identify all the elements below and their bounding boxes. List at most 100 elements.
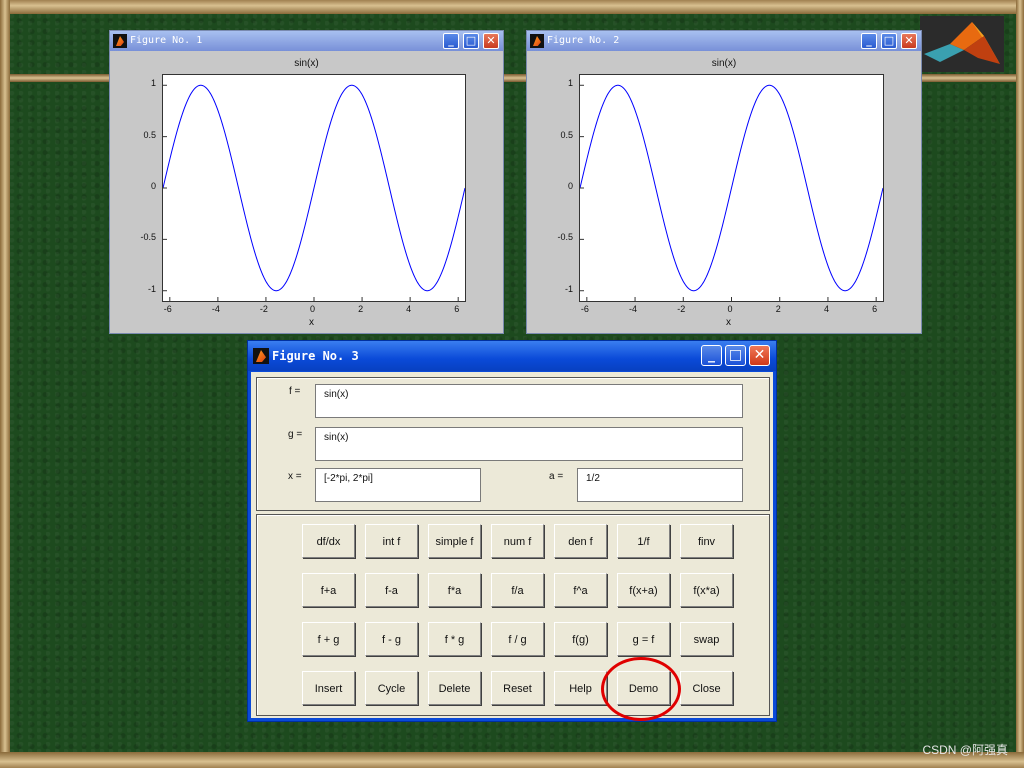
op-button-f-g[interactable]: f(g) — [554, 622, 607, 656]
op-button-f-a[interactable]: f-a — [365, 573, 418, 607]
watermark: CSDN @阿强真 — [922, 743, 1008, 757]
op-button-f-x-a[interactable]: f(x*a) — [680, 573, 733, 607]
plot-axes — [162, 74, 466, 302]
maximize-button[interactable]: □ — [725, 345, 746, 366]
demo-highlight-circle — [601, 657, 681, 721]
f-label: f = — [289, 386, 301, 397]
op-button-insert[interactable]: Insert — [302, 671, 355, 705]
op-button-int-f[interactable]: int f — [365, 524, 418, 558]
operations-panel: df/dx int f simple f num f den f 1/f finv f+a f-… — [256, 514, 770, 716]
op-button-1-f[interactable]: 1/f — [617, 524, 670, 558]
matlab-window-icon — [253, 348, 269, 364]
sine-curve-plot — [579, 84, 884, 301]
op-button-df-dx[interactable]: df/dx — [302, 524, 355, 558]
op-button-f-g[interactable]: f - g — [365, 622, 418, 656]
op-button-finv[interactable]: finv — [680, 524, 733, 558]
figure-2-window[interactable]: Figure No. 2 _ □ ✕ sin(x) x 1 0.5 0 -0.5 -1-… — [526, 30, 922, 334]
figure-3-titlebar[interactable]: Figure No. 3 _ □ ✕ — [248, 341, 776, 371]
close-window-button[interactable]: ✕ — [901, 33, 917, 49]
maximize-button[interactable]: □ — [463, 33, 479, 49]
frame-bottom — [0, 752, 1024, 768]
close-window-button[interactable]: ✕ — [483, 33, 499, 49]
op-button-f-g[interactable]: f / g — [491, 622, 544, 656]
figure-3-title: Figure No. 3 — [272, 349, 359, 363]
op-button-f-a[interactable]: f^a — [554, 573, 607, 607]
minimize-button[interactable]: _ — [443, 33, 459, 49]
g-label: g = — [288, 429, 303, 440]
x-range-input[interactable]: [-2*pi, 2*pi] — [315, 468, 481, 502]
figure-1-title: Figure No. 1 — [130, 35, 203, 46]
y-tick-label: 0 — [150, 181, 156, 191]
x-tick-label: 0 — [727, 304, 733, 314]
matlab-logo-icon — [920, 16, 1004, 72]
matlab-window-icon — [113, 34, 127, 48]
op-button-den-f[interactable]: den f — [554, 524, 607, 558]
op-button-delete[interactable]: Delete — [428, 671, 481, 705]
funtool-body: f = sin(x) g = sin(x) x = [-2*pi, 2*pi] … — [251, 372, 773, 718]
op-button-swap[interactable]: swap — [680, 622, 733, 656]
a-label: a = — [549, 471, 564, 482]
x-tick-label: 2 — [775, 304, 781, 314]
x-tick-label: 0 — [310, 304, 316, 314]
maximize-button[interactable]: □ — [881, 33, 897, 49]
x-tick-label: -2 — [259, 304, 268, 314]
frame-right — [1016, 0, 1024, 768]
frame-top — [0, 0, 1024, 14]
x-tick-label: -4 — [629, 304, 638, 314]
sine-series-line — [579, 84, 884, 292]
figure-2-titlebar[interactable]: Figure No. 2 _ □ ✕ — [527, 31, 921, 51]
x-axis-label: x — [309, 317, 314, 328]
x-tick-label: -4 — [211, 304, 220, 314]
y-tick-label: 0.5 — [143, 129, 156, 140]
y-tick-label: -0.5 — [140, 232, 156, 243]
plot-title: sin(x) — [294, 58, 319, 69]
matlab-window-icon — [530, 34, 544, 48]
op-button-f-a[interactable]: f+a — [302, 573, 355, 607]
x-tick-label: 2 — [358, 304, 364, 314]
y-tick-label: 0 — [567, 181, 573, 191]
op-button-f-a[interactable]: f*a — [428, 573, 481, 607]
g-input[interactable]: sin(x) — [315, 427, 743, 461]
op-button-f-a[interactable]: f/a — [491, 573, 544, 607]
x-tick-label: -2 — [677, 304, 686, 314]
op-button-help[interactable]: Help — [554, 671, 607, 705]
x-label: x = — [288, 471, 302, 482]
op-button-g-f[interactable]: g = f — [617, 622, 670, 656]
x-tick-label: -6 — [163, 304, 172, 314]
x-tick-label: 6 — [454, 304, 460, 314]
y-tick-label: -0.5 — [557, 232, 573, 243]
figure-2-title: Figure No. 2 — [547, 35, 620, 46]
y-tick-label: 1 — [150, 78, 156, 89]
plot-axes — [579, 74, 884, 302]
y-tick-label: -1 — [564, 283, 573, 294]
op-button-f-x-a[interactable]: f(x+a) — [617, 573, 670, 607]
minimize-button[interactable]: _ — [861, 33, 877, 49]
sine-curve-plot — [162, 84, 466, 301]
f-input[interactable]: sin(x) — [315, 384, 743, 418]
x-tick-label: -6 — [580, 304, 589, 314]
input-panel: f = sin(x) g = sin(x) x = [-2*pi, 2*pi] … — [256, 377, 770, 511]
op-button-reset[interactable]: Reset — [491, 671, 544, 705]
y-tick-label: -1 — [147, 283, 156, 294]
figure-1-titlebar[interactable]: Figure No. 1 _ □ ✕ — [110, 31, 503, 51]
x-tick-label: 6 — [872, 304, 878, 314]
op-button-simple-f[interactable]: simple f — [428, 524, 481, 558]
x-tick-label: 4 — [406, 304, 412, 314]
y-tick-label: 1 — [567, 78, 573, 89]
x-axis-label: x — [726, 317, 731, 328]
op-button-close[interactable]: Close — [680, 671, 733, 705]
op-button-f-g[interactable]: f * g — [428, 622, 481, 656]
op-button-num-f[interactable]: num f — [491, 524, 544, 558]
figure-1-window[interactable]: Figure No. 1 _ □ ✕ sin(x) x 1 0.5 0 -0.5 -1-… — [109, 30, 504, 334]
a-input[interactable]: 1/2 — [577, 468, 743, 502]
close-window-button[interactable]: ✕ — [749, 345, 770, 366]
op-button-cycle[interactable]: Cycle — [365, 671, 418, 705]
plot-title: sin(x) — [711, 58, 737, 69]
sine-series-line — [162, 84, 466, 292]
minimize-button[interactable]: _ — [701, 345, 722, 366]
figure-3-window[interactable]: Figure No. 3 _ □ ✕ f = sin(x) g = sin(x)… — [247, 340, 777, 722]
op-button-f-g[interactable]: f + g — [302, 622, 355, 656]
y-tick-label: 0.5 — [560, 129, 573, 140]
x-tick-label: 4 — [823, 304, 829, 314]
frame-left — [0, 0, 10, 768]
